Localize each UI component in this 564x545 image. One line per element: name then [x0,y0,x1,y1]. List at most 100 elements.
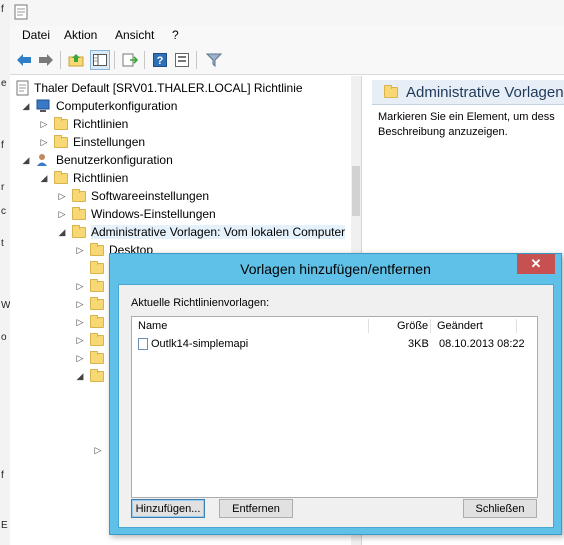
filter-icon[interactable] [204,50,224,70]
up-folder-icon[interactable] [66,50,86,70]
menu-ansicht[interactable]: Ansicht [115,28,154,42]
expand-arrow-icon[interactable]: ▷ [74,352,86,364]
tree-item-hidden[interactable]: ▷ [74,295,109,313]
tree-label: Benutzerkonfiguration [56,153,173,167]
menu-help[interactable]: ? [172,28,179,42]
row-name-cell: Outlk14-simplemapi [138,338,248,350]
tree-label: Richtlinien [73,171,129,185]
expand-arrow-icon[interactable]: ▷ [74,334,86,346]
export-list-icon[interactable] [120,50,140,70]
dialog-title-bar[interactable]: Vorlagen hinzufügen/entfernen [110,254,561,284]
toolbar-separator [196,51,197,69]
close-icon[interactable]: ✕ [517,254,555,274]
details-header: Administrative Vorlagen [372,80,564,105]
tree-label: Administrative Vorlagen: Vom lokalen Com… [91,225,346,239]
expand-arrow-icon[interactable]: ▷ [56,190,68,202]
tree-item-hidden[interactable]: ▷ [74,313,109,331]
menu-aktion[interactable]: Aktion [64,28,97,42]
tree-item-computer-richtlinien[interactable]: ▷ Richtlinien [38,115,128,133]
expand-arrow-icon[interactable]: ▷ [38,118,50,130]
scrollbar-thumb[interactable] [352,166,360,216]
collapse-arrow-icon[interactable]: ◢ [20,154,32,166]
menu-datei[interactable]: Datei [22,28,50,42]
folder-icon [54,134,68,148]
tree-item-user-richtlinien[interactable]: ◢ Richtlinien [38,169,128,187]
tree-item-hidden[interactable]: ▷ [74,277,109,295]
tree-item-administrative-vorlagen[interactable]: ◢ Administrative Vorlagen: Vom lokalen C… [56,223,346,241]
tree-item-hidden[interactable]: ◢ [74,367,109,385]
column-divider[interactable] [430,319,431,333]
folder-icon [72,188,86,202]
tree-root[interactable]: Thaler Default [SRV01.THALER.LOCAL] Rich… [16,79,303,97]
tree-item-hidden[interactable]: ▷ [74,331,109,349]
row-name: Outlk14-simplemapi [151,338,249,350]
strip-char: t [1,238,4,249]
folder-icon [90,242,104,256]
folder-icon [72,224,86,238]
remove-button[interactable]: Entfernen [219,499,293,518]
tree-item-hidden[interactable] [74,259,109,277]
template-file-icon [138,338,148,350]
tree-item-computer-einstellungen[interactable]: ▷ Einstellungen [38,133,145,151]
row-size: 3KB [408,338,429,350]
folder-icon [90,332,104,346]
strip-char: f [1,4,4,15]
expand-arrow-icon[interactable]: ▷ [74,316,86,328]
details-title: Administrative Vorlagen [406,84,564,101]
title-bar [10,0,564,27]
menu-bar: Datei Aktion Ansicht ? [10,26,564,46]
forward-icon[interactable] [36,50,56,70]
folder-icon [90,350,104,364]
collapse-arrow-icon[interactable]: ◢ [20,100,32,112]
tree-label: Windows-Einstellungen [91,207,216,221]
tree-label: Computerkonfiguration [56,99,178,113]
strip-char: c [1,206,6,217]
expand-arrow-icon[interactable]: ▷ [74,244,86,256]
tree-item-computerkonfiguration[interactable]: ◢ Computerkonfiguration [20,97,178,115]
column-header-name[interactable]: Name [138,320,167,332]
toolbar-separator [60,51,61,69]
collapse-arrow-icon[interactable]: ◢ [56,226,68,238]
dialog-body: Aktuelle Richtlinienvorlagen: Name Größe… [118,284,554,528]
app-icon [14,4,28,20]
column-header-size[interactable]: Größe [397,320,428,332]
close-dialog-button[interactable]: Schließen [463,499,537,518]
details-description: Markieren Sie ein Element, um dess Besch… [378,111,555,138]
folder-icon [384,85,398,98]
svg-text:?: ? [157,55,164,67]
tree-item-benutzerkonfiguration[interactable]: ◢ Benutzerkonfiguration [20,151,173,169]
expand-arrow-icon[interactable]: ▷ [74,298,86,310]
strip-char: r [1,182,5,193]
expand-arrow-icon[interactable]: ▷ [92,444,104,456]
templates-list[interactable]: Name Größe Geändert Outlk14-simplemapi 3… [131,316,538,498]
tree-item-hidden[interactable]: ▷ [74,349,109,367]
collapse-arrow-icon[interactable]: ◢ [74,370,86,382]
tree-item-hidden[interactable]: ▷ [92,441,108,459]
computer-icon [36,99,50,112]
properties-icon[interactable] [172,50,192,70]
collapse-arrow-icon[interactable]: ◢ [38,172,50,184]
table-row[interactable]: Outlk14-simplemapi 3KB 08.10.2013 08:22 [136,337,532,353]
folder-icon [90,260,104,274]
expand-arrow-icon[interactable]: ▷ [74,280,86,292]
expand-arrow-icon[interactable]: ▷ [56,208,68,220]
dialog-title: Vorlagen hinzufügen/entfernen [240,261,431,277]
help-icon[interactable]: ? [150,50,170,70]
expand-arrow-icon[interactable]: ▷ [38,136,50,148]
tree-label: Richtlinien [73,117,129,131]
strip-char: f [1,140,4,151]
tree-item-windows-einstellungen[interactable]: ▷ Windows-Einstellungen [56,205,216,223]
column-divider[interactable] [516,319,517,333]
expand-arrow-icon[interactable] [74,262,86,274]
folder-icon [54,116,68,130]
add-button[interactable]: Hinzufügen... [131,499,205,518]
show-hide-tree-icon[interactable] [90,50,110,70]
tree-item-softwareeinstellungen[interactable]: ▷ Softwareeinstellungen [56,187,209,205]
folder-icon [90,296,104,310]
back-icon[interactable] [14,50,34,70]
column-header-changed[interactable]: Geändert [437,320,483,332]
tree-label: Thaler Default [SRV01.THALER.LOCAL] Rich… [34,81,303,95]
folder-icon [72,206,86,220]
folder-icon [90,278,104,292]
column-divider[interactable] [368,319,369,333]
